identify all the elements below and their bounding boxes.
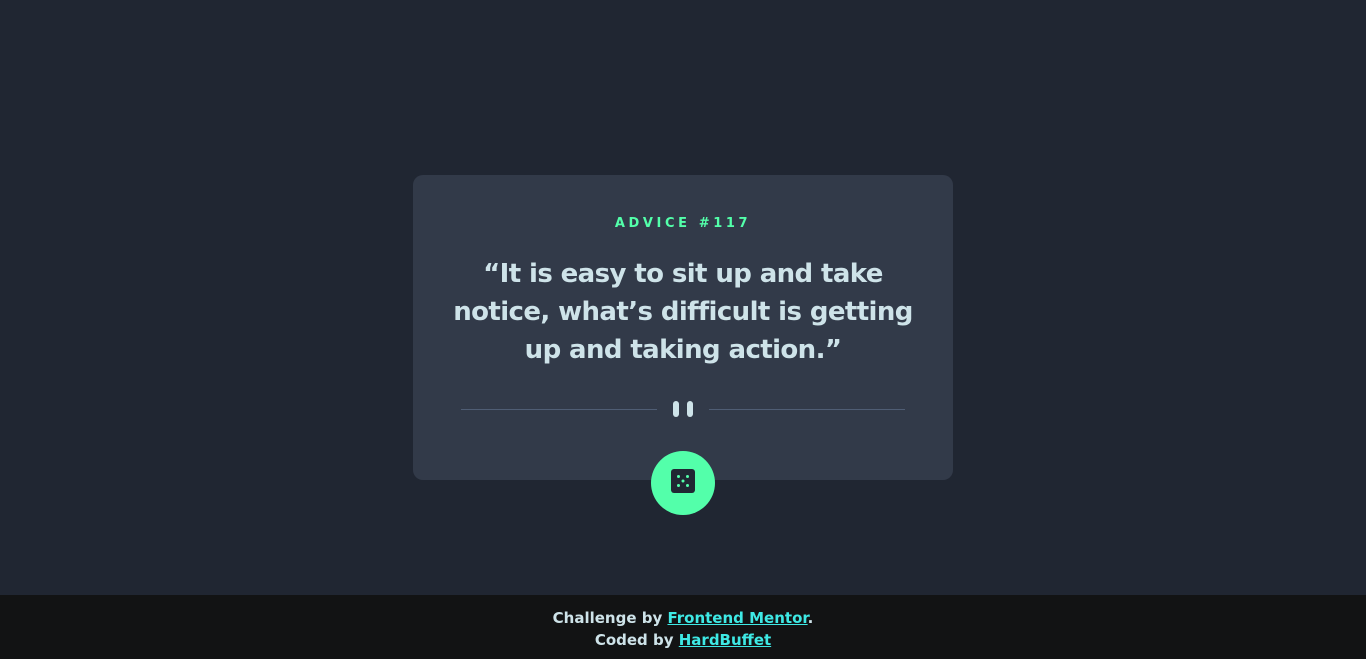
advice-number: ADVICE #117 [614, 216, 752, 231]
challenge-line: Challenge by Frontend Mentor. [0, 607, 1366, 629]
dice-button[interactable] [651, 451, 715, 515]
frontend-mentor-link[interactable]: Frontend Mentor [667, 609, 807, 627]
dice-icon [671, 469, 695, 497]
advice-card: ADVICE #117 “It is easy to sit up and ta… [413, 175, 953, 480]
advice-quote: “It is easy to sit up and take notice, w… [453, 259, 913, 365]
challenge-prefix: Challenge by [552, 609, 668, 627]
coded-prefix: Coded by [594, 631, 679, 649]
divider [461, 401, 905, 417]
author-link[interactable]: HardBuffet [679, 631, 771, 649]
pause-icon [673, 401, 693, 417]
divider-line-left [461, 408, 657, 410]
divider-line-right [709, 408, 905, 410]
coded-by-line: Coded by HardBuffet [0, 629, 1366, 651]
attribution-footer: Challenge by Frontend Mentor. Coded by H… [0, 595, 1366, 659]
challenge-suffix: . [807, 609, 814, 627]
